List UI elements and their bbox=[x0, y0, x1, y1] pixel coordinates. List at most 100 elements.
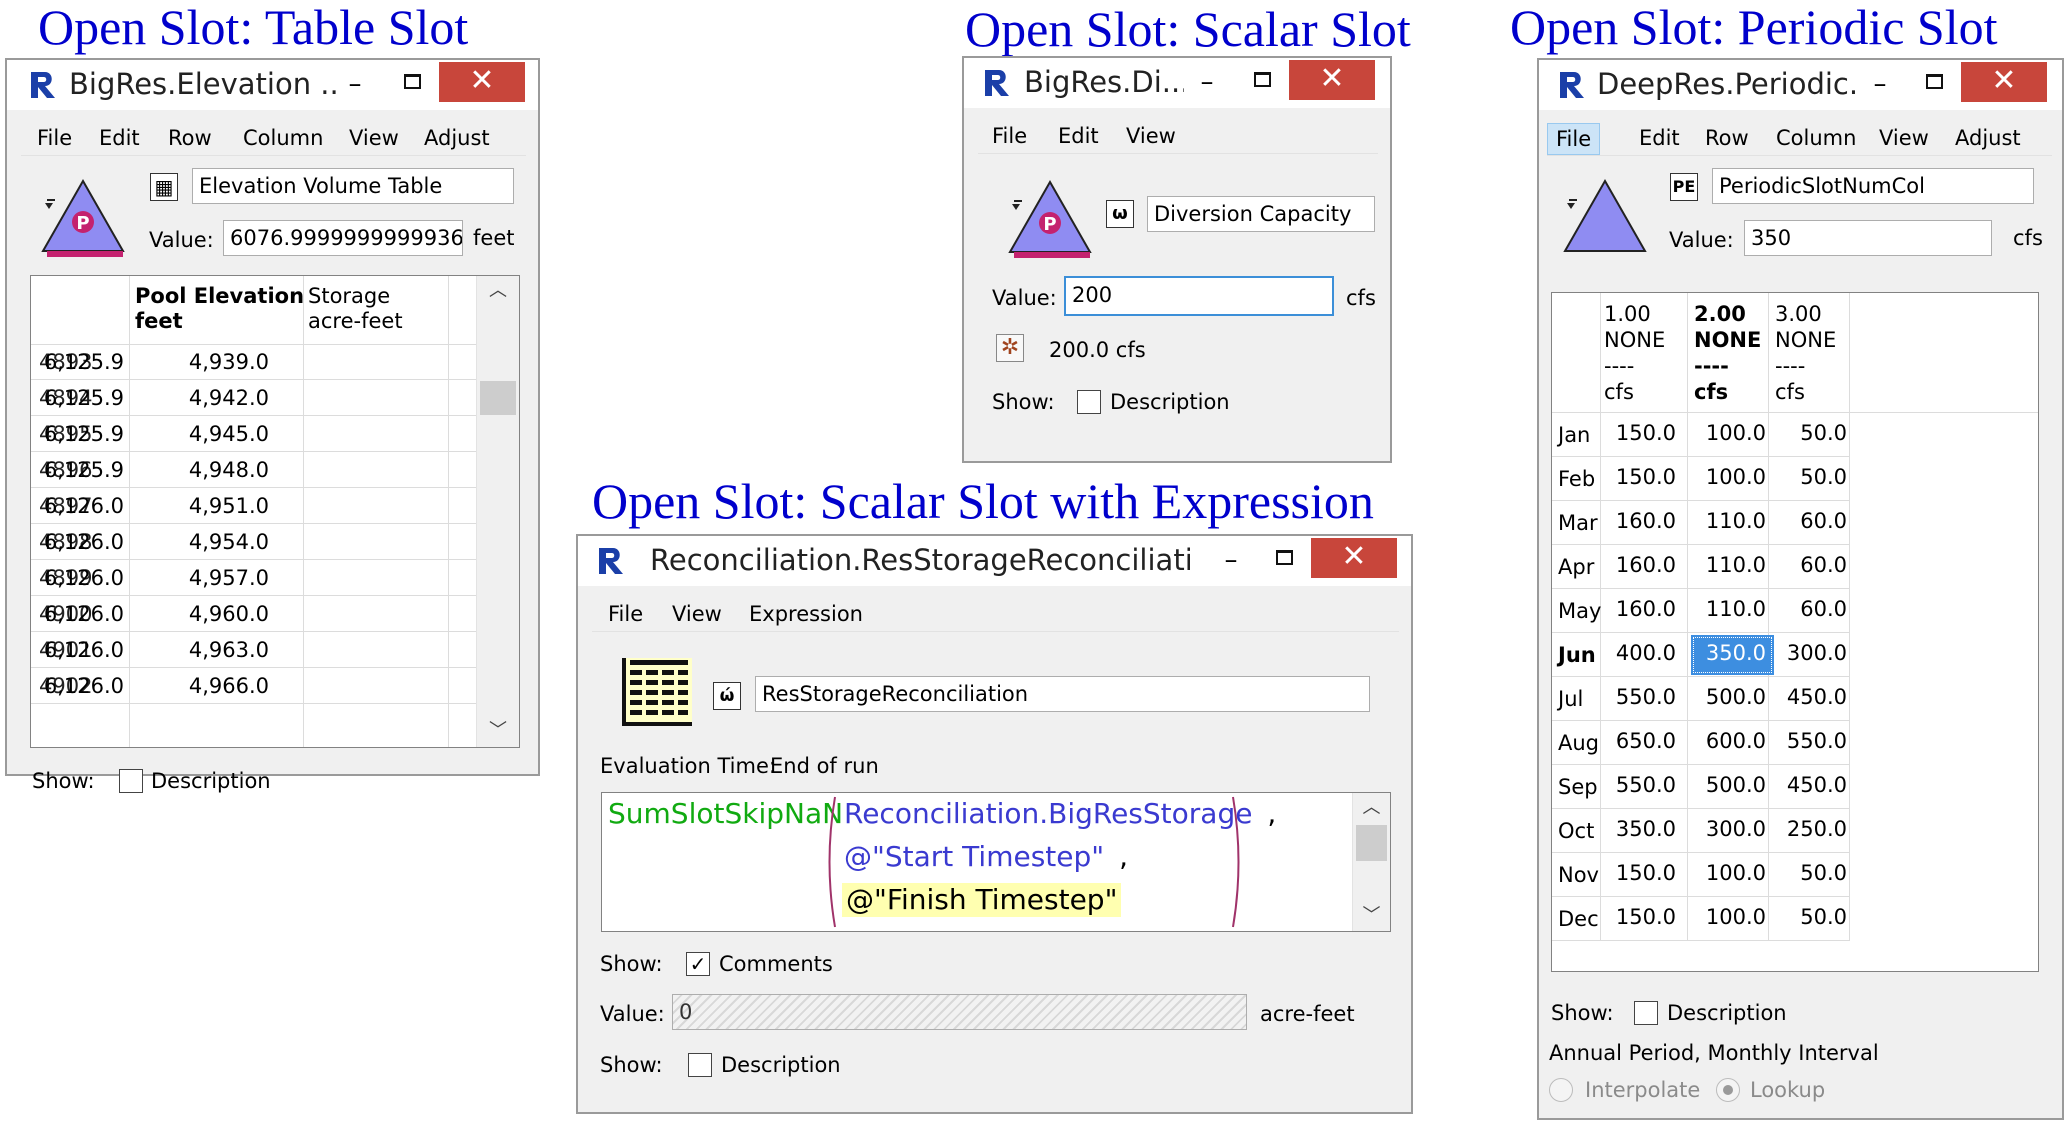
storage-cell[interactable]: 4,948.0 bbox=[189, 458, 269, 483]
table-cell[interactable]: 250.0 bbox=[1772, 811, 1855, 851]
row-header-month[interactable]: Apr bbox=[1558, 555, 1594, 580]
menu-view[interactable]: View bbox=[1879, 126, 1929, 150]
table-cell[interactable]: 50.0 bbox=[1772, 899, 1855, 939]
storage-cell[interactable]: 4,957.0 bbox=[189, 566, 269, 591]
menu-view[interactable]: View bbox=[1126, 124, 1176, 148]
slot-name-field[interactable]: Diversion Capacity bbox=[1147, 196, 1375, 232]
expression-editor[interactable]: SumSlotSkipNaN Reconciliation.BigResStor… bbox=[601, 792, 1391, 932]
storage-cell[interactable]: 4,942.0 bbox=[189, 386, 269, 411]
menu-view[interactable]: View bbox=[672, 602, 722, 626]
menu-row[interactable]: Row bbox=[1705, 126, 1749, 150]
gear-icon[interactable]: ✲ bbox=[996, 334, 1024, 362]
table-cell[interactable]: 300.0 bbox=[1691, 811, 1774, 851]
table-row[interactable]: 4900 6,126.0 4,960.0 bbox=[31, 596, 476, 632]
table-cell[interactable]: 110.0 bbox=[1691, 547, 1774, 587]
table-cell[interactable]: 60.0 bbox=[1772, 547, 1855, 587]
table-cell[interactable]: 450.0 bbox=[1772, 679, 1855, 719]
menu-column[interactable]: Column bbox=[243, 126, 323, 150]
table-cell[interactable]: 100.0 bbox=[1691, 415, 1774, 455]
table-row[interactable]: 4899 6,126.0 4,957.0 bbox=[31, 560, 476, 596]
menu-edit[interactable]: Edit bbox=[1639, 126, 1680, 150]
table-cell[interactable]: 150.0 bbox=[1601, 415, 1684, 455]
row-header-month[interactable]: Oct bbox=[1558, 819, 1594, 844]
elevation-cell[interactable]: 6,126.0 bbox=[44, 674, 124, 699]
table-cell[interactable]: 100.0 bbox=[1691, 459, 1774, 499]
description-checkbox[interactable] bbox=[688, 1053, 712, 1077]
table-cell[interactable]: 350.0 bbox=[1601, 811, 1684, 851]
slot-name-field[interactable]: Elevation Volume Table bbox=[192, 168, 514, 204]
menu-row[interactable]: Row bbox=[168, 126, 212, 150]
menu-file[interactable]: File bbox=[1547, 123, 1601, 155]
table-cell[interactable]: 100.0 bbox=[1691, 855, 1774, 895]
table-cell[interactable]: 160.0 bbox=[1601, 503, 1684, 543]
table-row[interactable]: 4896 6,125.9 4,948.0 bbox=[31, 452, 476, 488]
minimize-button[interactable]: – bbox=[1857, 64, 1903, 106]
scroll-thumb[interactable] bbox=[480, 381, 516, 415]
elevation-cell[interactable]: 6,126.0 bbox=[44, 530, 124, 555]
scroll-down-icon[interactable]: ﹀ bbox=[477, 716, 519, 746]
menu-expression[interactable]: Expression bbox=[749, 602, 863, 626]
column-header[interactable]: 3.00 NONE ---- cfs bbox=[1775, 301, 1855, 405]
maximize-button[interactable] bbox=[1261, 540, 1307, 582]
table-cell[interactable]: 160.0 bbox=[1601, 547, 1684, 587]
close-button[interactable]: ✕ bbox=[1289, 60, 1375, 100]
menu-view[interactable]: View bbox=[349, 126, 399, 150]
elevation-cell[interactable]: 6,126.0 bbox=[44, 638, 124, 663]
minimize-button[interactable]: – bbox=[1184, 62, 1230, 104]
menu-edit[interactable]: Edit bbox=[99, 126, 140, 150]
table-cell[interactable]: 60.0 bbox=[1772, 591, 1855, 631]
table-row[interactable]: 4901 6,126.0 4,963.0 bbox=[31, 632, 476, 668]
minimize-button[interactable]: – bbox=[1208, 540, 1254, 582]
title-bar[interactable]: BigRes.Elevation ... – ✕ bbox=[7, 60, 538, 110]
table-cell[interactable]: 110.0 bbox=[1691, 503, 1774, 543]
minimize-button[interactable]: – bbox=[332, 64, 378, 106]
table-cell[interactable]: 550.0 bbox=[1772, 723, 1855, 763]
storage-cell[interactable]: 4,954.0 bbox=[189, 530, 269, 555]
table-cell[interactable]: 100.0 bbox=[1691, 899, 1774, 939]
table-cell[interactable]: 60.0 bbox=[1772, 503, 1855, 543]
elevation-cell[interactable]: 6,126.0 bbox=[44, 494, 124, 519]
maximize-button[interactable] bbox=[389, 64, 435, 106]
scroll-up-icon[interactable]: ︿ bbox=[1353, 793, 1390, 823]
row-header-month[interactable]: Dec bbox=[1558, 907, 1599, 932]
scroll-down-icon[interactable]: ﹀ bbox=[1353, 901, 1390, 931]
storage-cell[interactable]: 4,960.0 bbox=[189, 602, 269, 627]
menu-adjust[interactable]: Adjust bbox=[424, 126, 490, 150]
maximize-button[interactable] bbox=[1239, 62, 1285, 104]
comments-checkbox[interactable]: ✓ bbox=[686, 952, 710, 976]
row-header-month[interactable]: Jun bbox=[1558, 643, 1596, 668]
storage-cell[interactable]: 4,945.0 bbox=[189, 422, 269, 447]
row-header-month[interactable]: Aug bbox=[1558, 731, 1599, 756]
storage-cell[interactable]: 4,951.0 bbox=[189, 494, 269, 519]
table-cell[interactable]: 650.0 bbox=[1601, 723, 1684, 763]
table-cell[interactable]: 600.0 bbox=[1691, 723, 1774, 763]
row-header-month[interactable]: Jan bbox=[1558, 423, 1590, 448]
maximize-button[interactable] bbox=[1911, 64, 1957, 106]
row-header-month[interactable]: Nov bbox=[1558, 863, 1599, 888]
table-row[interactable]: 4902 6,126.0 4,966.0 bbox=[31, 668, 476, 704]
table-cell[interactable]: 110.0 bbox=[1691, 591, 1774, 631]
menu-column[interactable]: Column bbox=[1776, 126, 1856, 150]
storage-cell[interactable]: 4,966.0 bbox=[189, 674, 269, 699]
title-bar[interactable]: Reconciliation.ResStorageReconciliation … bbox=[578, 536, 1411, 586]
menu-file[interactable]: File bbox=[608, 602, 643, 626]
row-header-month[interactable]: Sep bbox=[1558, 775, 1598, 800]
table-cell[interactable]: 50.0 bbox=[1772, 459, 1855, 499]
elevation-cell[interactable]: 6,126.0 bbox=[44, 566, 124, 591]
table-cell[interactable]: 450.0 bbox=[1772, 767, 1855, 807]
menu-file[interactable]: File bbox=[37, 126, 72, 150]
storage-cell[interactable]: 4,939.0 bbox=[189, 350, 269, 375]
value-field[interactable]: 350 bbox=[1744, 220, 1992, 256]
column-header-elevation[interactable]: Pool Elevation feet bbox=[135, 284, 304, 334]
description-checkbox[interactable] bbox=[1634, 1001, 1658, 1025]
value-input[interactable]: 200 bbox=[1064, 276, 1334, 316]
table-row[interactable]: 4893 6,125.9 4,939.0 bbox=[31, 344, 476, 380]
table-cell[interactable]: 300.0 bbox=[1772, 635, 1855, 675]
table-cell[interactable]: 550.0 bbox=[1601, 767, 1684, 807]
expression-arg-2[interactable]: @"Start Timestep" , bbox=[844, 840, 1128, 874]
title-bar[interactable]: BigRes.Di... – ✕ bbox=[964, 58, 1390, 108]
table-cell[interactable]: 350.0 bbox=[1691, 635, 1774, 675]
menu-adjust[interactable]: Adjust bbox=[1955, 126, 2021, 150]
column-header[interactable]: 2.00 NONE ---- cfs bbox=[1694, 301, 1774, 405]
description-checkbox[interactable] bbox=[119, 769, 143, 793]
